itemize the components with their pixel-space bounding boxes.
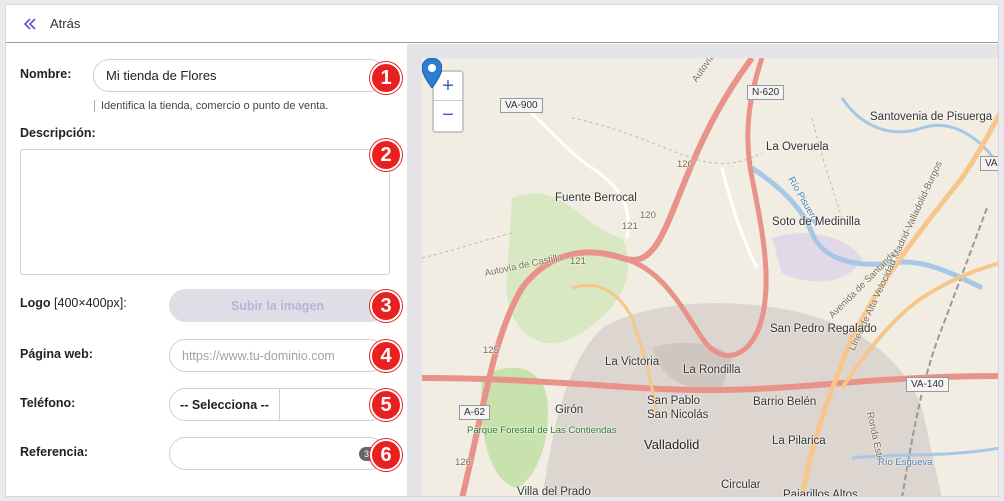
step-badge-1: 1 xyxy=(370,62,402,94)
place-la-victoria: La Victoria xyxy=(605,356,660,368)
back-chevron-icon[interactable] xyxy=(22,16,38,32)
name-label: Nombre: xyxy=(20,67,72,81)
road-ref-121a: 121 xyxy=(622,221,638,232)
website-label: Página web: xyxy=(20,347,93,361)
zoom-out-button[interactable]: − xyxy=(434,101,462,130)
road-label-va900: VA-900 xyxy=(500,98,543,113)
reference-label: Referencia: xyxy=(20,445,89,459)
park-las-contiendas-label: Parque Forestal de Las Contiendas xyxy=(467,425,617,436)
step-badge-2: 2 xyxy=(370,139,402,171)
logo-size-note: [400×400px]: xyxy=(54,296,127,310)
app-frame: Atrás Nombre: Mi tienda de Flores Identi… xyxy=(5,4,999,497)
top-bar: Atrás xyxy=(6,5,998,43)
location-pin-icon[interactable] xyxy=(422,58,442,88)
logo-label-text: Logo xyxy=(20,296,51,310)
description-label: Descripción: xyxy=(20,126,96,140)
place-fuente-berrocal: Fuente Berrocal xyxy=(555,192,637,204)
website-input[interactable]: https://www.tu-dominio.com xyxy=(169,339,386,372)
place-valladolid: Valladolid xyxy=(644,437,700,452)
phone-group: -- Selecciona -- xyxy=(169,388,386,421)
road-label-n620: N-620 xyxy=(747,85,785,100)
place-circular: Circular xyxy=(721,479,761,491)
road-ref-120a: 120 xyxy=(677,159,693,170)
description-textarea[interactable] xyxy=(20,149,390,275)
place-pajarillos-altos: Pajarillos Altos xyxy=(783,489,858,497)
map-view[interactable]: + − VA-900 N-620 VA-140 A-62 VA- 120 120… xyxy=(422,58,998,497)
road-ref-121b: 121 xyxy=(570,256,586,267)
reference-input[interactable] xyxy=(169,437,386,470)
name-input[interactable]: Mi tienda de Flores xyxy=(93,59,386,92)
phone-label: Teléfono: xyxy=(20,396,76,410)
river-esgueva-label: Río Esgueva xyxy=(878,457,933,468)
place-giron: Girón xyxy=(555,404,584,416)
place-barrio-belen: Barrio Belén xyxy=(753,396,817,408)
road-ref-125: 125 xyxy=(483,345,499,356)
place-san-pedro-regalado: San Pedro Regalado xyxy=(770,323,877,335)
step-badge-3: 3 xyxy=(370,290,402,322)
step-badge-6: 6 xyxy=(370,439,402,471)
road-ref-120b: 120 xyxy=(640,210,656,221)
step-badge-5: 5 xyxy=(370,389,402,421)
place-san-nicolas: San Nicolás xyxy=(647,409,709,421)
road-ref-126: 126 xyxy=(455,457,471,468)
upload-image-button[interactable]: Subir la imagen xyxy=(169,289,386,322)
road-label-va140: VA-140 xyxy=(906,377,949,392)
place-villa-del-prado: Villa del Prado xyxy=(517,486,591,497)
place-soto-medinilla: Soto de Medinilla xyxy=(772,216,861,228)
map-panel: + − VA-900 N-620 VA-140 A-62 VA- 120 120… xyxy=(407,44,998,497)
back-link[interactable]: Atrás xyxy=(50,16,80,31)
country-code-select[interactable]: -- Selecciona -- xyxy=(170,389,280,420)
step-badge-4: 4 xyxy=(370,340,402,372)
place-la-rondilla: La Rondilla xyxy=(683,364,741,376)
road-label-a62: A-62 xyxy=(459,405,491,420)
name-hint: Identifica la tienda, comercio o punto d… xyxy=(94,100,328,112)
store-form: Nombre: Mi tienda de Flores Identifica l… xyxy=(6,44,407,496)
place-santovenia: Santovenia de Pisuerga xyxy=(870,111,993,123)
place-la-overuela: La Overuela xyxy=(766,141,829,153)
place-la-pilarica: La Pilarica xyxy=(772,435,826,447)
logo-label: Logo [400×400px]: xyxy=(20,296,127,310)
road-label-va-edge: VA- xyxy=(980,156,998,171)
place-san-pablo: San Pablo xyxy=(647,395,701,407)
